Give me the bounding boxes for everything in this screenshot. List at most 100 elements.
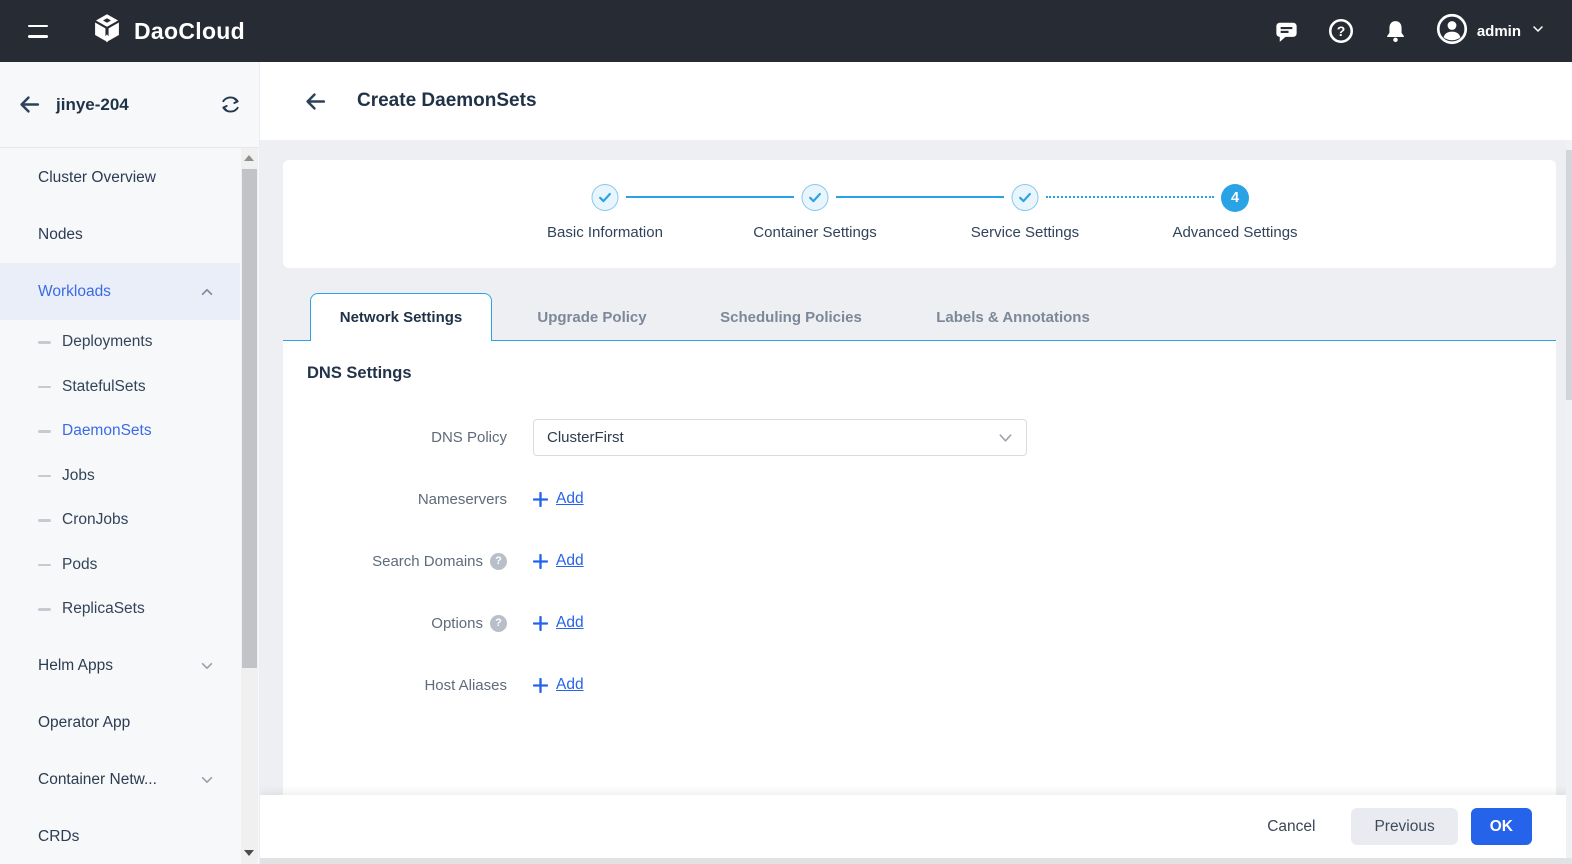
plus-icon bbox=[533, 553, 548, 569]
stepper: 4 Basic Information Container Settings S… bbox=[283, 160, 1556, 268]
step-connector bbox=[836, 196, 1004, 198]
footer-action-bar: Cancel Previous OK bbox=[260, 795, 1572, 858]
help-icon[interactable]: ? bbox=[1327, 17, 1355, 45]
help-tooltip-icon[interactable]: ? bbox=[490, 552, 507, 570]
sidebar-item-statefulsets[interactable]: StatefulSets bbox=[0, 365, 259, 410]
check-icon bbox=[1019, 192, 1031, 203]
daocloud-logo-icon bbox=[90, 12, 124, 51]
cluster-back-icon[interactable] bbox=[17, 92, 42, 122]
notifications-bell-icon[interactable] bbox=[1382, 18, 1409, 45]
dash-icon bbox=[38, 341, 51, 344]
chevron-down-icon bbox=[200, 774, 214, 786]
sidebar-item-helm-apps[interactable]: Helm Apps bbox=[0, 638, 240, 695]
sidebar-nav: Cluster Overview Nodes Workloads Deploym… bbox=[0, 149, 259, 864]
host-aliases-row: Host Aliases Add bbox=[283, 666, 584, 704]
brand[interactable]: DaoCloud bbox=[90, 12, 245, 51]
sidebar-item-cronjobs[interactable]: CronJobs bbox=[0, 498, 259, 543]
sidebar-item-daemonsets[interactable]: DaemonSets bbox=[0, 409, 259, 454]
sidebar-item-replicasets[interactable]: ReplicaSets bbox=[0, 587, 259, 632]
options-add-button[interactable]: Add bbox=[533, 614, 584, 632]
host-aliases-add-button[interactable]: Add bbox=[533, 676, 584, 694]
page-header: Create DaemonSets bbox=[260, 62, 1572, 140]
chevron-down-icon bbox=[1530, 21, 1546, 42]
sidebar-item-pods[interactable]: Pods bbox=[0, 543, 259, 588]
cancel-button[interactable]: Cancel bbox=[1261, 817, 1321, 837]
step-connector bbox=[626, 196, 794, 198]
step-2-done[interactable] bbox=[801, 184, 829, 211]
sidebar-header: jinye-204 bbox=[0, 62, 259, 148]
nameservers-label: Nameservers bbox=[417, 490, 507, 508]
sidebar-item-container-network[interactable]: Container Netw... bbox=[0, 752, 240, 809]
chevron-down-icon bbox=[998, 431, 1013, 444]
sidebar-item-nodes[interactable]: Nodes bbox=[0, 206, 240, 263]
workloads-submenu: Deployments StatefulSets DaemonSets Jobs… bbox=[0, 320, 259, 632]
dash-icon bbox=[38, 519, 51, 522]
dash-icon bbox=[38, 385, 51, 388]
svg-text:?: ? bbox=[1337, 23, 1346, 39]
scroll-down-arrow-icon[interactable] bbox=[244, 850, 254, 856]
sidebar-item-deployments[interactable]: Deployments bbox=[0, 320, 259, 365]
tab-bar: Network Settings Upgrade Policy Scheduli… bbox=[283, 293, 1556, 341]
chevron-down-icon bbox=[200, 660, 214, 672]
sidebar-item-cluster-overview[interactable]: Cluster Overview bbox=[0, 149, 240, 206]
cluster-name: jinye-204 bbox=[56, 95, 129, 114]
step-connector-dotted bbox=[1046, 196, 1214, 198]
nameservers-add-button[interactable]: Add bbox=[533, 490, 584, 508]
tab-labels-annotations[interactable]: Labels & Annotations bbox=[936, 293, 1090, 341]
dash-icon bbox=[38, 474, 51, 477]
step-2-label: Container Settings bbox=[753, 224, 877, 241]
sidebar-item-workloads[interactable]: Workloads bbox=[0, 263, 240, 320]
step-1-label: Basic Information bbox=[547, 224, 663, 241]
page-back-icon[interactable] bbox=[303, 89, 328, 114]
plus-icon bbox=[533, 491, 548, 507]
step-4-current[interactable]: 4 bbox=[1221, 184, 1249, 212]
dns-policy-select[interactable]: ClusterFirst bbox=[533, 418, 1027, 456]
menu-toggle-icon[interactable] bbox=[28, 24, 48, 38]
user-name: admin bbox=[1476, 22, 1521, 40]
dash-icon bbox=[38, 608, 51, 611]
step-3-label: Service Settings bbox=[970, 224, 1080, 241]
brand-name: DaoCloud bbox=[134, 17, 245, 44]
dns-policy-value: ClusterFirst bbox=[547, 428, 624, 446]
plus-icon bbox=[533, 615, 548, 631]
check-icon bbox=[599, 192, 611, 203]
search-domains-label: Search Domains ? bbox=[283, 552, 507, 570]
dns-policy-label: DNS Policy bbox=[431, 428, 507, 446]
step-1-done[interactable] bbox=[591, 184, 619, 211]
avatar-icon bbox=[1436, 13, 1468, 50]
dash-icon bbox=[38, 430, 51, 433]
sidebar: jinye-204 Cluster Overview Nodes Workloa… bbox=[0, 62, 260, 864]
horizontal-scrollbar[interactable] bbox=[260, 858, 1572, 864]
options-row: Options ? Add bbox=[283, 604, 584, 642]
main-content: Create DaemonSets 4 Basic Information Co… bbox=[260, 62, 1572, 864]
nameservers-row: Nameservers Add bbox=[283, 480, 584, 518]
section-title: DNS Settings bbox=[307, 364, 412, 382]
options-label: Options ? bbox=[283, 614, 507, 632]
search-domains-add-button[interactable]: Add bbox=[533, 552, 584, 570]
scroll-up-arrow-icon[interactable] bbox=[244, 155, 254, 161]
messages-icon[interactable] bbox=[1273, 18, 1300, 45]
step-3-done[interactable] bbox=[1011, 184, 1039, 211]
sidebar-item-jobs[interactable]: Jobs bbox=[0, 454, 259, 499]
tab-scheduling-policies[interactable]: Scheduling Policies bbox=[720, 293, 862, 341]
tab-upgrade-policy[interactable]: Upgrade Policy bbox=[537, 293, 646, 341]
user-menu[interactable]: admin bbox=[1436, 13, 1546, 50]
plus-icon bbox=[533, 677, 548, 693]
sidebar-item-crds[interactable]: CRDs bbox=[0, 809, 240, 864]
sidebar-item-operator-app[interactable]: Operator App bbox=[0, 695, 240, 752]
topbar: DaoCloud ? admin bbox=[0, 0, 1572, 62]
check-icon bbox=[809, 192, 821, 203]
sidebar-scrollbar-thumb[interactable] bbox=[242, 169, 257, 668]
previous-button[interactable]: Previous bbox=[1351, 808, 1458, 845]
help-tooltip-icon[interactable]: ? bbox=[490, 614, 507, 632]
switch-cluster-icon[interactable] bbox=[219, 93, 242, 121]
tab-network-settings[interactable]: Network Settings bbox=[310, 293, 492, 341]
search-domains-row: Search Domains ? Add bbox=[283, 542, 584, 580]
step-4-label: Advanced Settings bbox=[1172, 224, 1298, 241]
vertical-scrollbar[interactable] bbox=[1566, 140, 1572, 858]
ok-button[interactable]: OK bbox=[1470, 808, 1532, 845]
page-title: Create DaemonSets bbox=[357, 90, 537, 111]
sidebar-scrollbar[interactable] bbox=[241, 148, 258, 864]
chevron-up-icon bbox=[200, 286, 214, 298]
vertical-scrollbar-thumb[interactable] bbox=[1566, 150, 1572, 400]
